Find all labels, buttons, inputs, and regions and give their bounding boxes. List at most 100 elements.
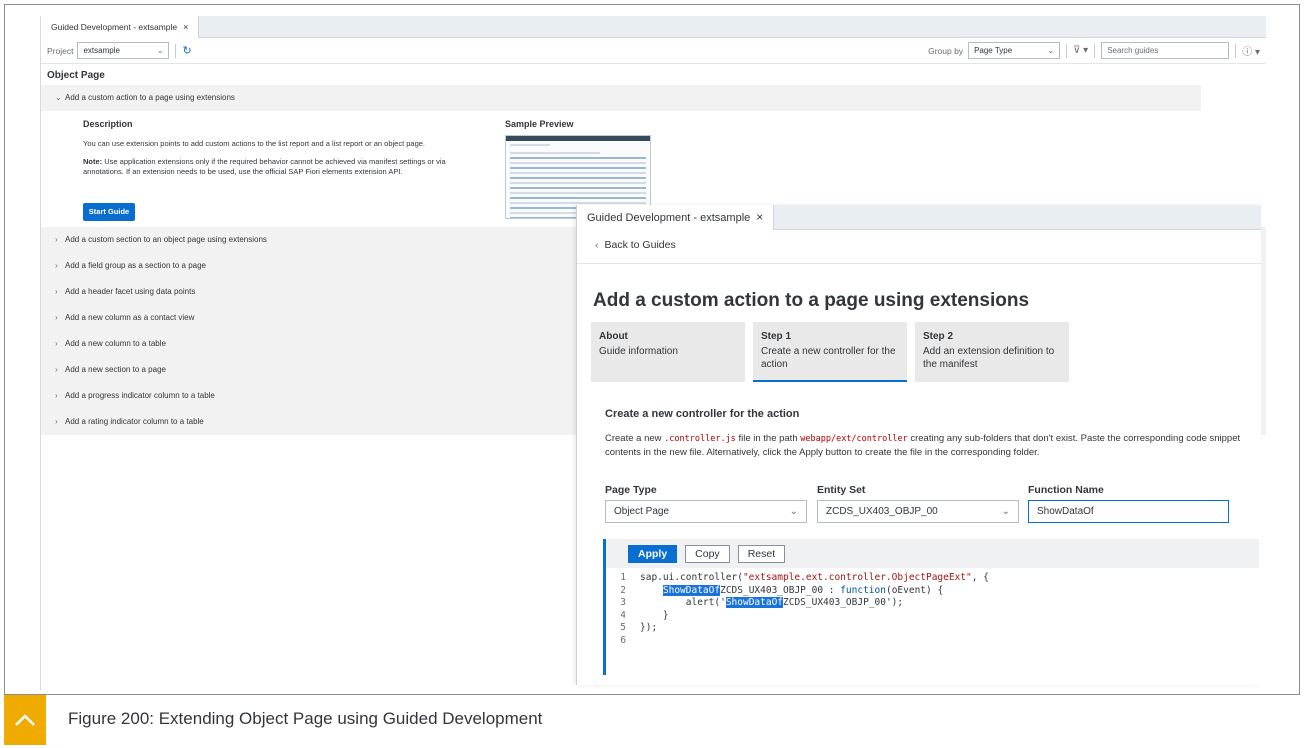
note-label: Note: (83, 157, 103, 166)
chevron-right-icon: › (55, 287, 58, 296)
code-text: ZCDS_UX403_OBJP_00 : (720, 584, 841, 596)
back-link-label: Back to Guides (604, 239, 676, 251)
back-to-guides-link[interactable]: ‹ Back to Guides (577, 230, 1261, 264)
note-text: Use application extensions only if the r… (83, 157, 446, 176)
figure-caption: Figure 200: Extending Object Page using … (4, 694, 1300, 745)
line-number: 6 (620, 634, 626, 646)
code-snippet-panel: Apply Copy Reset 1 sap.ui.controller("ext… (603, 539, 1259, 675)
line-number: 5 (620, 622, 626, 633)
start-guide-button[interactable]: Start Guide (83, 203, 135, 221)
step-title: Step 2 (923, 331, 954, 342)
close-icon[interactable]: × (183, 22, 188, 32)
code-text: }); (640, 622, 658, 633)
separator (1235, 43, 1237, 58)
chevron-right-icon: › (55, 391, 58, 400)
chevron-right-icon: › (55, 365, 58, 374)
code-line: 6 (606, 635, 1259, 648)
chevron-down-icon: ⌄ (1047, 46, 1055, 55)
separator (1066, 43, 1068, 58)
step-title: About (599, 331, 628, 342)
description-heading: Description (83, 119, 133, 129)
chevron-left-icon: ‹ (595, 239, 599, 251)
project-select[interactable]: extsample ⌄ (77, 42, 170, 59)
chevron-down-icon: ⌄ (789, 506, 798, 517)
step-1[interactable]: Step 1 Create a new controller for the a… (753, 322, 907, 382)
step-section-title: Create a new controller for the action (605, 408, 800, 420)
caption-text: Figure 200: Extending Object Page using … (68, 709, 543, 728)
entity-set-value: ZCDS_UX403_OBJP_00 (826, 506, 938, 517)
chevron-right-icon: › (55, 313, 58, 322)
refresh-icon[interactable]: ↻ (182, 44, 191, 57)
line-number: 2 (620, 584, 626, 596)
code-text: (oEvent) { (885, 584, 944, 596)
filter-icon[interactable]: ⊽ ▾ (1073, 45, 1088, 56)
step-about[interactable]: About Guide information (591, 322, 745, 382)
step-subtitle: Guide information (599, 346, 678, 357)
object-page-group-title: Object Page (47, 70, 105, 81)
desc-code-filename: .controller.js (664, 434, 736, 444)
description-note: Note: Use application extensions only if… (83, 157, 483, 177)
code-line: 2 ShowDataOfZCDS_UX403_OBJP_00 : functio… (606, 584, 1259, 598)
step-section-description: Create a new .controller.js file in the … (605, 432, 1255, 460)
code-text: ZCDS_UX403_OBJP_00'); (783, 597, 904, 608)
chevron-down-icon: ⌄ (156, 46, 164, 55)
front-tab-title: Guided Development - extsample (587, 211, 751, 224)
guide-item-label: Add a field group as a section to a page (65, 261, 206, 270)
help-icon[interactable]: ⓘ ▾ (1242, 43, 1260, 58)
apply-button[interactable]: Apply (628, 544, 678, 563)
front-tab-bar: Guided Development - extsample × (577, 204, 1261, 230)
sample-preview-heading: Sample Preview (505, 119, 574, 129)
guide-item-label: Add a new column as a contact view (65, 313, 195, 322)
close-icon[interactable]: × (756, 210, 763, 224)
desc-text: Create a new (605, 433, 665, 444)
code-line: 1 sap.ui.controller("extsample.ext.contro… (606, 572, 1259, 585)
code-line: 4 } (606, 610, 1259, 623)
reset-button[interactable]: Reset (737, 544, 786, 563)
function-name-label: Function Name (1028, 484, 1104, 496)
line-number: 4 (620, 609, 626, 621)
project-label: Project (47, 45, 74, 56)
line-number: 1 (620, 572, 626, 583)
guide-detail-window: Guided Development - extsample × ‹ Back to… (576, 204, 1261, 685)
page-type-select[interactable]: Object Page ⌄ (605, 500, 807, 523)
chevron-right-icon: › (55, 339, 58, 348)
function-name-input[interactable]: ShowDataOf (1028, 500, 1229, 523)
back-tab-bar: Guided Development - extsample × (41, 15, 1266, 38)
guide-item-label: Add a custom action to a page using exte… (65, 93, 235, 102)
back-tab-title: Guided Development - extsample (51, 21, 178, 32)
page-type-label: Page Type (605, 484, 657, 496)
line-number: 3 (620, 597, 626, 608)
back-editor-tab[interactable]: Guided Development - extsample × (41, 15, 200, 38)
guide-item-label: Add a rating indicator column to a table (65, 417, 204, 426)
guide-item-expanded[interactable]: ⌄ Add a custom action to a page using ext… (41, 85, 1201, 111)
code-toolbar: Apply Copy Reset (606, 539, 1259, 568)
copy-button[interactable]: Copy (685, 544, 730, 563)
step-2[interactable]: Step 2 Add an extension definition to th… (915, 322, 1069, 382)
code-string: "extsample.ext.controller.ObjectPageExt" (742, 572, 972, 583)
step-subtitle: Add an extension definition to the manif… (923, 346, 1055, 370)
step-subtitle: Create a new controller for the action (761, 346, 896, 370)
chevron-right-icon: › (55, 417, 58, 426)
guide-item-label: Add a progress indicator column to a tab… (65, 391, 215, 400)
separator (1094, 43, 1096, 58)
code-line: 3 alert('ShowDataOfZCDS_UX403_OBJP_00'); (606, 597, 1259, 610)
group-by-select[interactable]: Page Type ⌄ (968, 42, 1061, 59)
page-type-value: Object Page (614, 506, 670, 517)
guide-item-label: Add a new column to a table (65, 339, 166, 348)
code-editor[interactable]: 1 sap.ui.controller("extsample.ext.contro… (606, 568, 1259, 647)
chevron-down-icon: ⌄ (55, 93, 62, 102)
chevron-up-icon[interactable] (4, 695, 46, 745)
guide-item-label: Add a custom section to an object page u… (65, 235, 267, 244)
search-guides-input[interactable]: Search guides (1101, 42, 1230, 59)
front-editor-tab[interactable]: Guided Development - extsample × (577, 204, 775, 230)
separator (175, 43, 177, 58)
guide-steps: About Guide information Step 1 Create a … (591, 322, 1069, 382)
entity-set-select[interactable]: ZCDS_UX403_OBJP_00 ⌄ (817, 500, 1019, 523)
chevron-down-icon: ⌄ (1001, 506, 1010, 517)
code-text: alert(' (685, 597, 726, 608)
entity-set-label: Entity Set (817, 484, 866, 496)
group-by-select-value: Page Type (974, 46, 1013, 55)
guide-item-label: Add a header facet using data points (65, 287, 196, 296)
chevron-right-icon: › (55, 261, 58, 270)
desc-text: file in the path (735, 433, 801, 444)
